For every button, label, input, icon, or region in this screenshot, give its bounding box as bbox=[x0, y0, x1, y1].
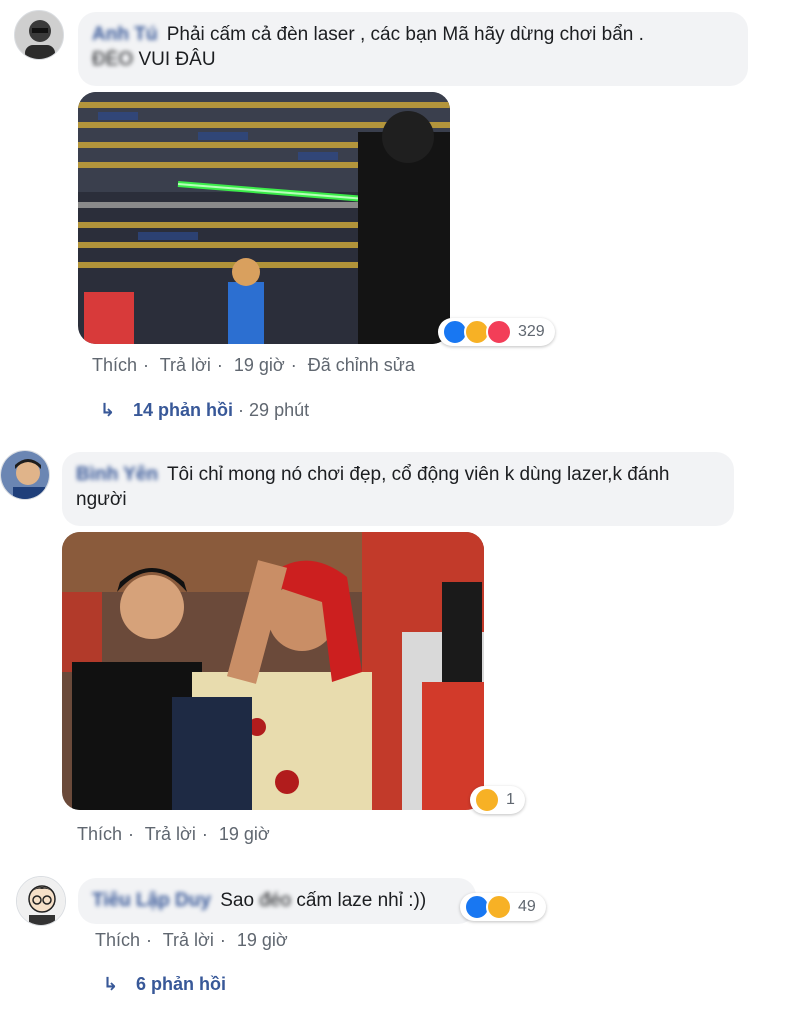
reply-link[interactable]: Trả lời bbox=[145, 824, 196, 844]
comment-author[interactable]: Bình Yên bbox=[76, 464, 158, 485]
comment-text: Sao bbox=[220, 890, 255, 911]
comment-text: Tôi chỉ mong nó chơi đẹp, cổ động viên k… bbox=[76, 464, 670, 510]
edited-label[interactable]: Đã chỉnh sửa bbox=[308, 355, 415, 375]
comment-time[interactable]: 19 giờ bbox=[219, 824, 270, 844]
comment-actions: Thích · Trả lời · 19 giờ · Đã chỉnh sửa bbox=[92, 355, 415, 375]
reply-link[interactable]: Trả lời bbox=[160, 355, 211, 375]
like-link[interactable]: Thích bbox=[77, 824, 122, 844]
reaction-summary[interactable]: 1 bbox=[470, 786, 525, 814]
reply-arrow-icon: ↳ bbox=[100, 400, 116, 420]
haha-icon bbox=[474, 787, 500, 813]
comment-author[interactable]: Anh Tú bbox=[92, 24, 157, 45]
blurred-word: ĐÉO bbox=[92, 49, 134, 70]
comment-bubble: Anh Tú Phải cấm cả đèn laser , các bạn M… bbox=[78, 12, 748, 86]
profile-photo-icon bbox=[1, 451, 49, 499]
attached-photo-fans[interactable] bbox=[62, 532, 484, 810]
reaction-count: 329 bbox=[518, 323, 545, 340]
comment-bubble: Bình Yên Tôi chỉ mong nó chơi đẹp, cổ độ… bbox=[62, 452, 734, 526]
like-link[interactable]: Thích bbox=[92, 355, 137, 375]
comment-text-cont: cấm laze nhỉ :)) bbox=[296, 890, 427, 911]
profile-photo-icon bbox=[17, 877, 65, 925]
replies-count[interactable]: 14 phản hồi bbox=[133, 400, 233, 420]
view-replies[interactable]: ↳ 6 phản hồi bbox=[103, 974, 226, 995]
reply-arrow-icon: ↳ bbox=[103, 974, 119, 994]
comment-author[interactable]: Tiêu Lập Duy bbox=[92, 890, 211, 911]
avatar[interactable] bbox=[16, 876, 66, 926]
replies-time: 29 phút bbox=[249, 400, 310, 420]
reaction-summary[interactable]: 329 bbox=[438, 318, 555, 346]
comment-time[interactable]: 19 giờ bbox=[237, 930, 288, 950]
comment-time[interactable]: 19 giờ bbox=[234, 355, 285, 375]
haha-icon bbox=[486, 894, 512, 920]
blurred-word: đéo bbox=[259, 890, 292, 911]
avatar[interactable] bbox=[0, 450, 50, 500]
love-icon bbox=[486, 319, 512, 345]
comment-actions: Thích · Trả lời · 19 giờ bbox=[95, 930, 288, 950]
replies-count[interactable]: 6 phản hồi bbox=[136, 974, 226, 994]
attached-photo-laser[interactable] bbox=[78, 92, 450, 344]
reaction-count: 1 bbox=[506, 791, 515, 808]
reply-link[interactable]: Trả lời bbox=[163, 930, 214, 950]
profile-photo-icon bbox=[15, 11, 63, 59]
reaction-summary[interactable]: 49 bbox=[460, 893, 546, 921]
comment-text-cont: VUI ĐÂU bbox=[138, 49, 216, 70]
reaction-count: 49 bbox=[518, 898, 536, 915]
comment-text: Phải cấm cả đèn laser , các bạn Mã hãy d… bbox=[166, 24, 644, 45]
view-replies[interactable]: ↳ 14 phản hồi · 29 phút bbox=[100, 400, 309, 421]
comment-actions: Thích · Trả lời · 19 giờ bbox=[77, 824, 270, 844]
like-link[interactable]: Thích bbox=[95, 930, 140, 950]
comment-bubble: Tiêu Lập Duy Sao đéo cấm laze nhỉ :)) bbox=[78, 878, 476, 924]
avatar[interactable] bbox=[14, 10, 64, 60]
